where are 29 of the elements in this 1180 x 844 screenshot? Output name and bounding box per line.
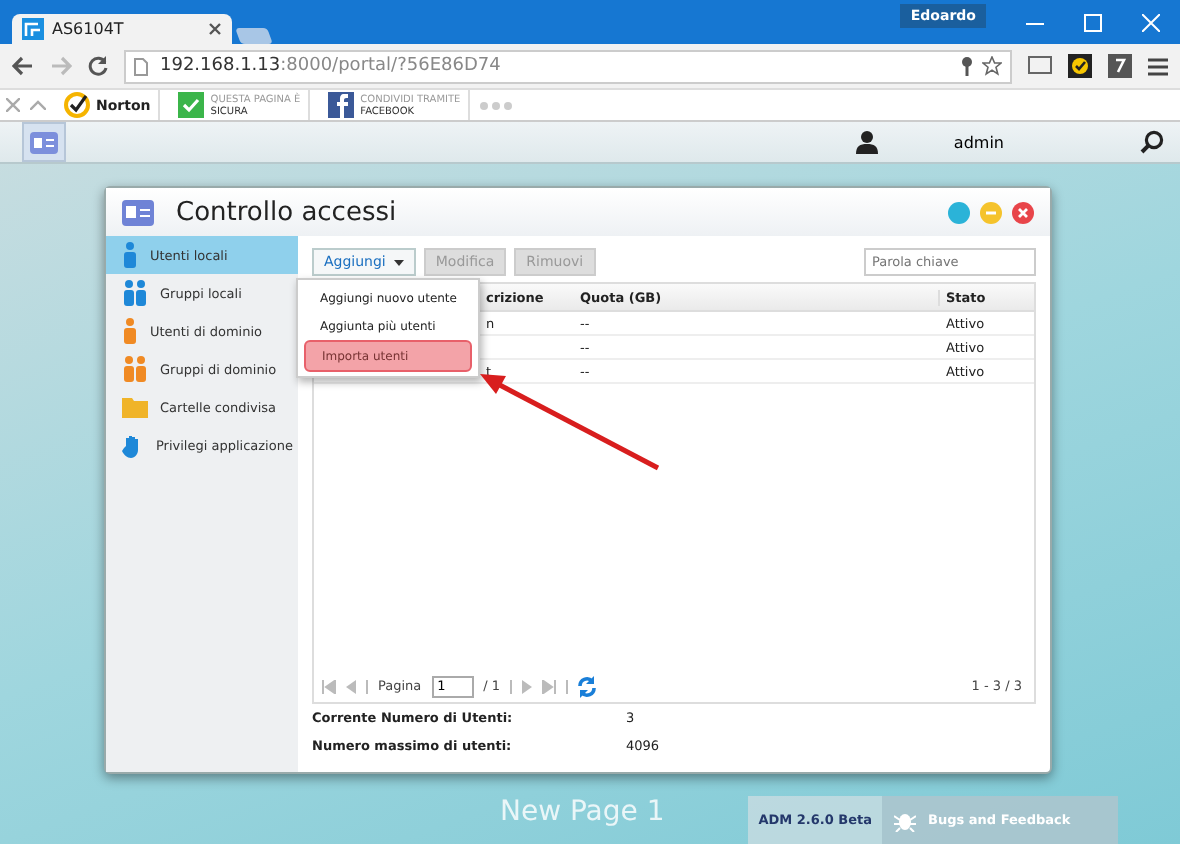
page-icon (134, 57, 148, 75)
checkmark-icon (64, 92, 90, 118)
close-icon[interactable] (208, 22, 222, 36)
window-title: Controllo accessi (176, 197, 397, 227)
search-icon[interactable] (1140, 130, 1164, 154)
browser-tab[interactable]: AS6104T (12, 14, 232, 44)
caret-icon (393, 259, 404, 265)
id-card-icon (122, 199, 154, 225)
collapse-icon[interactable] (30, 100, 46, 110)
user-icon[interactable] (855, 130, 878, 154)
norton-extension-icon[interactable] (1068, 54, 1092, 78)
key-icon[interactable] (960, 56, 974, 76)
user-name[interactable]: admin (953, 133, 1004, 151)
menu-icon[interactable] (1148, 57, 1168, 75)
site-icon (22, 18, 44, 40)
close-icon[interactable] (1012, 201, 1034, 223)
cast-icon[interactable] (1028, 56, 1052, 76)
new-tab-button[interactable] (235, 28, 273, 44)
reload-icon[interactable] (88, 56, 108, 76)
id-card-icon (30, 131, 58, 153)
bug-icon (894, 809, 917, 831)
extension-icon[interactable] (1108, 54, 1132, 78)
app-launcher-button[interactable] (22, 122, 66, 162)
address-field[interactable]: 192.168.1.13:8000/portal/?56E86D74 (124, 49, 1012, 83)
help-icon[interactable] (948, 201, 970, 223)
refresh-icon[interactable] (578, 675, 597, 697)
maximize-icon[interactable] (1084, 13, 1102, 31)
back-icon[interactable] (12, 56, 34, 76)
star-icon[interactable] (982, 56, 1002, 76)
